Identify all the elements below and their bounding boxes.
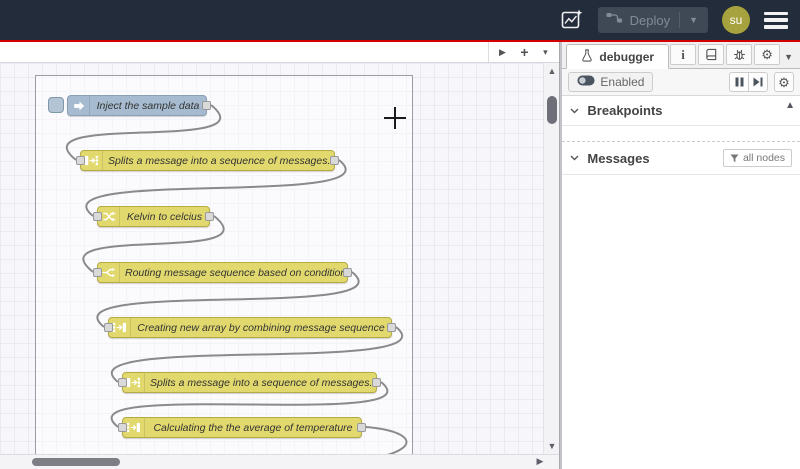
tab-debug-bug-icon[interactable]	[726, 44, 753, 65]
flow-node-change[interactable]: Kelvin to celcius	[93, 206, 214, 227]
debugger-enabled-toggle[interactable]: Enabled	[568, 72, 654, 92]
node-label: Routing message sequence based on condit…	[125, 266, 347, 279]
canvas-horizontal-scrollbar[interactable]: ▶	[0, 454, 560, 469]
debugger-settings-gear-icon[interactable]: ⚙	[774, 72, 794, 92]
ai-assistant-icon[interactable]	[560, 8, 584, 32]
node-label: Inject the sample data	[96, 99, 200, 112]
breakpoints-section-header[interactable]: Breakpoints	[562, 96, 800, 126]
debugger-toolbar: Enabled ⚙	[562, 69, 800, 96]
app-header: Deploy ▼ su	[0, 0, 800, 40]
sidebar-scroll-up-icon[interactable]: ▲	[785, 100, 795, 111]
main-menu-icon[interactable]	[764, 11, 788, 29]
node-label: Splits a message into a sequence of mess…	[108, 154, 331, 167]
workspace: ▶ + ▾ ▲ ▼ Inject the sample data Splits a…	[0, 42, 560, 469]
flow-node-split[interactable]: Splits a message into a sequence of mess…	[118, 372, 381, 393]
flow-node-inject[interactable]: Inject the sample data	[67, 95, 211, 116]
horizontal-scroll-thumb[interactable]	[32, 458, 120, 466]
step-forward-button[interactable]	[748, 72, 768, 92]
node-label: Calculating the the average of temperatu…	[153, 421, 353, 434]
flow-node-join[interactable]: Creating new array by combining message …	[104, 317, 396, 338]
pause-button[interactable]	[729, 72, 749, 92]
node-port-in[interactable]	[93, 212, 102, 221]
flow-node-switch[interactable]: Routing message sequence based on condit…	[93, 262, 352, 283]
toggle-on-icon	[577, 75, 595, 89]
scroll-right-icon[interactable]: ▶	[537, 456, 544, 467]
sidebar: debugger i ⚙ ▼ Enabled ⚙ Breakpoints Mes…	[562, 42, 800, 469]
tab-info-icon[interactable]: i	[670, 44, 697, 65]
messages-section-header[interactable]: Messages all nodes	[562, 141, 800, 175]
add-flow-button[interactable]: +	[515, 42, 533, 62]
tabstrip-divider	[488, 42, 490, 62]
tab-scroll-right-icon[interactable]: ▶	[493, 42, 511, 62]
scroll-up-icon[interactable]: ▲	[547, 63, 556, 79]
user-avatar[interactable]: su	[722, 6, 750, 34]
crosshair-cursor	[384, 107, 406, 129]
deploy-options-chevron-icon[interactable]: ▼	[687, 15, 700, 25]
vertical-scroll-thumb[interactable]	[546, 96, 557, 124]
sidebar-tabs-chevron-icon[interactable]: ▼	[781, 52, 796, 68]
deploy-label: Deploy	[629, 12, 671, 28]
filter-label: all nodes	[742, 152, 785, 164]
tab-debugger-label: debugger	[599, 49, 655, 64]
flow-node-split[interactable]: Splits a message into a sequence of mess…	[76, 150, 339, 171]
node-port-out[interactable]	[387, 323, 396, 332]
node-port-in[interactable]	[118, 423, 127, 432]
sidebar-tab-bar: debugger i ⚙ ▼	[562, 42, 800, 69]
node-port-out[interactable]	[202, 101, 211, 110]
enabled-label: Enabled	[600, 75, 645, 89]
node-label: Creating new array by combining message …	[137, 321, 385, 334]
deploy-divider	[679, 12, 681, 28]
messages-title: Messages	[587, 150, 650, 166]
node-port-out[interactable]	[343, 268, 352, 277]
node-label: Kelvin to celcius	[126, 210, 203, 223]
deploy-button[interactable]: Deploy ▼	[597, 7, 708, 33]
messages-filter-button[interactable]: all nodes	[722, 149, 792, 167]
node-port-in[interactable]	[118, 378, 127, 387]
flow-canvas[interactable]: ▲ ▼ Inject the sample data Splits a messa…	[0, 63, 560, 454]
node-port-out[interactable]	[357, 423, 366, 432]
tab-help-book-icon[interactable]	[698, 44, 725, 65]
node-port-out[interactable]	[372, 378, 381, 387]
filter-funnel-icon	[730, 153, 739, 162]
node-port-in[interactable]	[93, 268, 102, 277]
node-port-in[interactable]	[76, 156, 85, 165]
node-port-out[interactable]	[330, 156, 339, 165]
chevron-down-icon	[570, 155, 579, 161]
node-port-in[interactable]	[104, 323, 113, 332]
flow-node-join[interactable]: Calculating the the average of temperatu…	[118, 417, 366, 438]
breakpoints-empty-body	[562, 126, 800, 141]
node-red-app: Deploy ▼ su ▶ + ▾ ▲ ▼ Inject the sample …	[0, 0, 800, 469]
canvas-vertical-scrollbar[interactable]: ▲ ▼	[543, 63, 560, 454]
flow-tab-strip: ▶ + ▾	[0, 42, 560, 63]
flask-icon	[581, 48, 593, 65]
inject-icon	[68, 96, 90, 115]
inject-node-button[interactable]	[48, 97, 64, 113]
tab-config-gear-icon[interactable]: ⚙	[754, 44, 781, 65]
debugger-panel: Breakpoints Messages all nodes ▲	[562, 96, 800, 469]
flow-list-chevron-icon[interactable]: ▾	[537, 42, 553, 62]
deploy-icon	[606, 11, 623, 29]
node-label: Splits a message into a sequence of mess…	[150, 376, 373, 389]
wires-layer	[65, 104, 408, 454]
node-port-out[interactable]	[205, 212, 214, 221]
scroll-down-icon[interactable]: ▼	[547, 438, 556, 454]
chevron-down-icon	[570, 108, 579, 113]
breakpoints-title: Breakpoints	[587, 103, 663, 118]
tab-debugger[interactable]: debugger	[566, 44, 670, 69]
